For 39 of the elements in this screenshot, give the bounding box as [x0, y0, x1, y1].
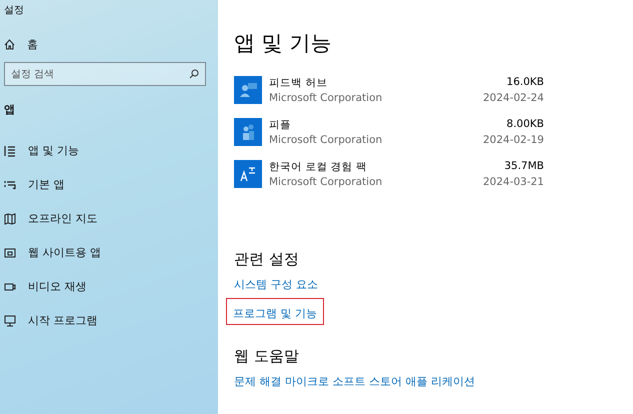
install-date: 2024-02-19: [482, 134, 544, 146]
search-field[interactable]: 설정 검색: [4, 62, 206, 86]
app-size: 8.00KB: [506, 118, 544, 132]
window-title: 설정: [3, 4, 25, 18]
settings-link[interactable]: 시스템 구성 요소: [234, 277, 318, 292]
app-publisher: Microsoft Corporation: [269, 134, 382, 146]
language-icon: [234, 160, 262, 188]
home-nav-item[interactable]: 홈: [4, 37, 218, 52]
app-size: 16.0KB: [506, 76, 544, 90]
app-name: 피드백 허브: [269, 76, 328, 90]
app-name: 한국어 로컬 경험 팩: [269, 160, 368, 174]
section-heading: 웹 도움말: [234, 347, 300, 366]
list-icon: [4, 144, 16, 156]
window-icon: [4, 246, 16, 258]
app-publisher: Microsoft Corporation: [269, 92, 382, 104]
search-icon: [189, 69, 199, 79]
app-size: 35.7MB: [504, 160, 544, 174]
section-heading: 관련 설정: [234, 250, 300, 269]
settings-link[interactable]: 문제 해결 마이크로 소프트 스토어 애플 리케이션: [234, 374, 475, 389]
sidebar-item[interactable]: 웹 사이트용 앱: [4, 245, 218, 260]
install-date: 2024-02-24: [482, 92, 544, 104]
settings-link[interactable]: 프로그램 및 기능: [233, 307, 317, 320]
feedback-icon: [234, 76, 262, 104]
video-icon: [4, 280, 16, 292]
list-icon: [4, 178, 16, 190]
app-name: 피플: [269, 118, 291, 132]
sidebar-item[interactable]: 기본 앱: [4, 177, 218, 192]
map-icon: [4, 212, 16, 224]
people-icon: [234, 118, 262, 146]
page-title: 앱 및 기능: [234, 30, 332, 57]
sidebar-item[interactable]: 앱 및 기능: [4, 143, 218, 158]
install-date: 2024-03-21: [482, 176, 544, 188]
sidebar-item[interactable]: 비디오 재생: [4, 279, 218, 294]
app-publisher: Microsoft Corporation: [269, 176, 382, 188]
monitor-icon: [4, 314, 16, 326]
sidebar-item[interactable]: 오프라인 지도: [4, 211, 218, 226]
home-icon: [4, 39, 15, 50]
sidebar-item[interactable]: 시작 프로그램: [4, 313, 218, 328]
section-heading: 앱: [4, 102, 16, 117]
